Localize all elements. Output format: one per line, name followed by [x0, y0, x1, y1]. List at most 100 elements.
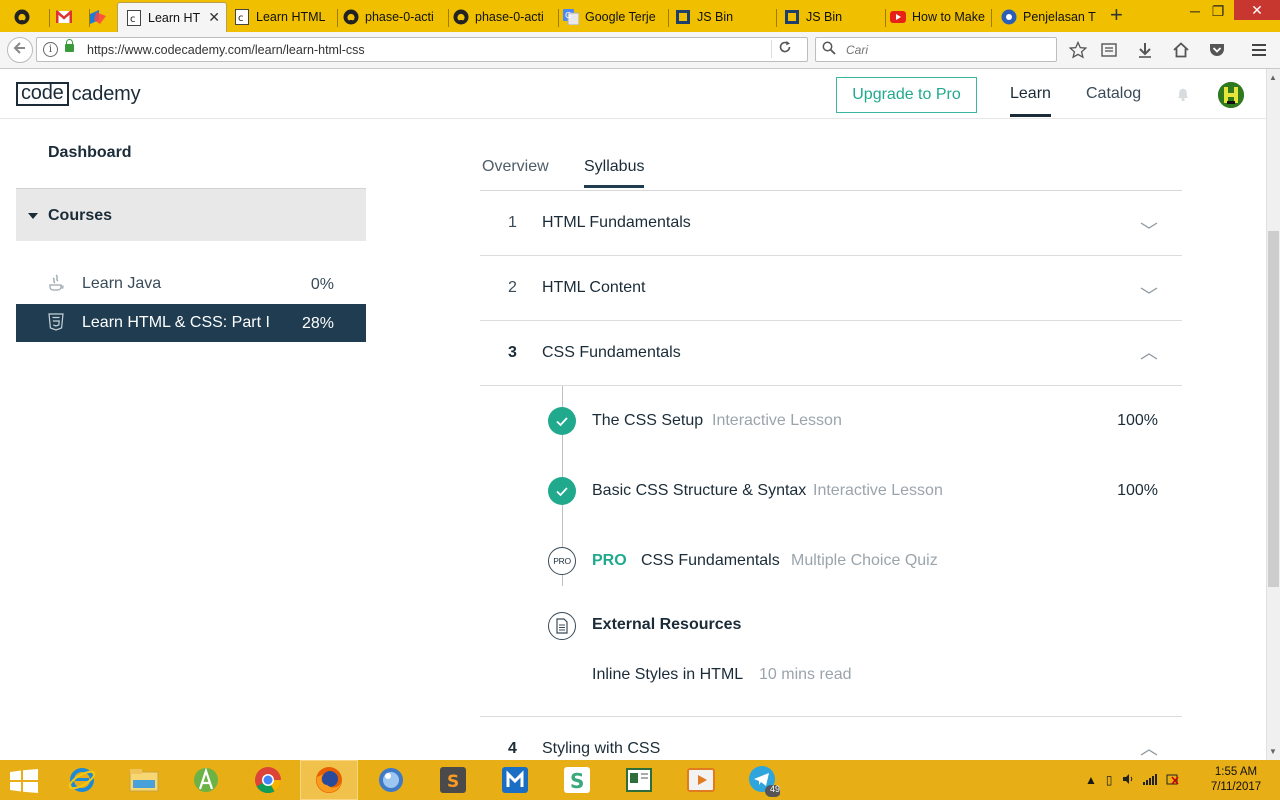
dashboard-link[interactable]: Dashboard [48, 144, 132, 162]
pocket-icon[interactable] [1207, 40, 1227, 60]
battery-warning-icon[interactable] [1166, 773, 1180, 788]
url-bar[interactable]: i https://www.codecademy.com/learn/learn… [36, 37, 808, 62]
upgrade-to-pro-button[interactable]: Upgrade to Pro [836, 77, 977, 113]
download-icon[interactable] [1135, 40, 1155, 60]
tab-phase-0-b[interactable]: phase-0-acti [453, 2, 559, 32]
telegram-badge: 49 [770, 784, 781, 794]
chevron-up-icon[interactable] [1140, 744, 1158, 756]
tab-google-translate[interactable]: G Google Terje [563, 2, 669, 32]
windows-start-icon[interactable] [10, 769, 38, 793]
sidebar-course-learn-html-css[interactable]: Learn HTML & CSS: Part I 28% [16, 304, 366, 342]
tab-syllabus[interactable]: Syllabus [584, 158, 645, 188]
new-tab-button[interactable]: + [1110, 4, 1123, 26]
checkmark-icon [548, 407, 576, 435]
window-close-button[interactable]: ✕ [1234, 0, 1280, 20]
unit-title: Styling with CSS [542, 740, 661, 757]
chrome-icon[interactable] [239, 760, 297, 800]
app-orb-icon[interactable] [362, 760, 420, 800]
tab-github[interactable] [14, 2, 50, 32]
system-clock[interactable]: 1:55 AM 7/11/2017 [1206, 765, 1266, 795]
course-progress: 28% [301, 315, 334, 332]
sidebar-course-learn-java[interactable]: Learn Java 0% [16, 265, 366, 303]
lesson-item-pro-quiz[interactable]: PRO PRO CSS Fundamentals Multiple Choice… [548, 547, 1168, 577]
unit-row[interactable]: 1 HTML Fundamentals [480, 191, 1182, 256]
bookmark-star-icon[interactable] [1068, 40, 1088, 60]
tab-jsbin-b[interactable]: JS Bin [784, 2, 886, 32]
caret-down-icon [28, 213, 38, 219]
browser-tab-bar: c Learn HT ✕ c Learn HTML phase-0-acti p… [0, 0, 1280, 32]
tab-penjelasan[interactable]: Penjelasan T [1001, 2, 1101, 32]
unit-number: 4 [508, 740, 517, 757]
html5-icon [48, 313, 64, 331]
page-scrollbar[interactable]: ▲ ▼ [1266, 69, 1280, 760]
unit-row[interactable]: 4 Styling with CSS [480, 716, 1182, 760]
info-icon[interactable]: i [43, 42, 58, 57]
menu-icon[interactable] [1249, 40, 1269, 60]
pro-badge-icon: PRO [548, 547, 576, 575]
chevron-up-icon[interactable] [1140, 348, 1158, 360]
resource-title: Inline Styles in HTML [592, 666, 743, 683]
file-explorer-icon[interactable] [115, 760, 173, 800]
document-icon [548, 612, 576, 640]
back-button[interactable] [7, 37, 33, 63]
browser-search-bar[interactable] [815, 37, 1057, 62]
device-icon[interactable]: ▯ [1106, 773, 1113, 788]
course-progress: 0% [310, 276, 334, 293]
android-studio-icon[interactable] [177, 760, 235, 800]
tab-jsbin-a[interactable]: JS Bin [675, 2, 777, 32]
tab-app[interactable] [90, 2, 116, 32]
lesson-item[interactable]: The CSS Setup Interactive Lesson 100% [548, 407, 1168, 437]
scrollbar-thumb[interactable] [1268, 231, 1279, 587]
logo-box-text: code [16, 82, 69, 106]
unit-row-expanded[interactable]: 3 CSS Fundamentals [480, 321, 1182, 386]
tab-overview[interactable]: Overview [482, 158, 549, 176]
svg-text:G: G [565, 11, 571, 20]
tab-phase-0-a[interactable]: phase-0-acti [343, 2, 449, 32]
unit-number: 2 [508, 279, 517, 296]
codecademy-icon: c [234, 9, 250, 25]
nav-learn[interactable]: Learn [1010, 85, 1051, 117]
firefox-icon[interactable] [300, 760, 358, 800]
unit-row[interactable]: 2 HTML Content [480, 256, 1182, 321]
youtube-icon [890, 9, 906, 25]
sublime-text-icon[interactable]: S [424, 760, 482, 800]
lesson-progress: 100% [1117, 482, 1158, 499]
unit-number: 1 [508, 214, 517, 231]
codecademy-logo[interactable]: code cademy [16, 82, 141, 106]
scroll-up-icon[interactable]: ▲ [1269, 73, 1277, 82]
internet-explorer-icon[interactable] [53, 760, 111, 800]
document-viewer-icon[interactable] [610, 760, 668, 800]
url-text[interactable]: https://www.codecademy.com/learn/learn-h… [87, 43, 365, 57]
reading-list-icon[interactable] [1099, 40, 1119, 60]
tab-learn-html-css-active[interactable]: c Learn HT ✕ [117, 2, 227, 32]
nav-catalog[interactable]: Catalog [1086, 85, 1141, 103]
restore-button[interactable]: ❐ [1203, 0, 1233, 22]
courses-section-toggle[interactable]: Courses [16, 188, 366, 241]
maxthon-icon[interactable] [486, 760, 544, 800]
notification-bell-icon[interactable] [1175, 86, 1191, 102]
close-tab-icon[interactable]: ✕ [208, 9, 220, 26]
chevron-down-icon[interactable] [1140, 283, 1158, 294]
media-player-icon[interactable] [672, 760, 730, 800]
tab-gmail[interactable] [56, 2, 90, 32]
jsbin-icon [675, 9, 691, 25]
tab-learn-html[interactable]: c Learn HTML [234, 2, 338, 32]
scroll-down-icon[interactable]: ▼ [1269, 747, 1277, 756]
user-avatar[interactable] [1218, 82, 1244, 108]
reload-icon[interactable] [771, 40, 801, 58]
slack-icon[interactable]: S [548, 760, 606, 800]
signal-icon[interactable] [1142, 773, 1157, 788]
volume-icon[interactable] [1122, 773, 1134, 788]
svg-text:c: c [130, 14, 136, 25]
search-input[interactable] [846, 41, 1046, 59]
lesson-item[interactable]: Basic CSS Structure & Syntax Interactive… [548, 477, 1168, 507]
github-icon [14, 9, 30, 25]
logo-rest-text: cademy [71, 82, 141, 105]
external-resource-link[interactable]: Inline Styles in HTML 10 mins read [592, 666, 852, 684]
home-icon[interactable] [1171, 40, 1191, 60]
lesson-title: Basic CSS Structure & Syntax [592, 482, 807, 499]
show-hidden-icons-icon[interactable]: ▲ [1085, 773, 1097, 788]
telegram-icon[interactable]: 49 [734, 760, 792, 800]
chevron-down-icon[interactable] [1140, 218, 1158, 229]
tab-youtube[interactable]: How to Make [890, 2, 992, 32]
